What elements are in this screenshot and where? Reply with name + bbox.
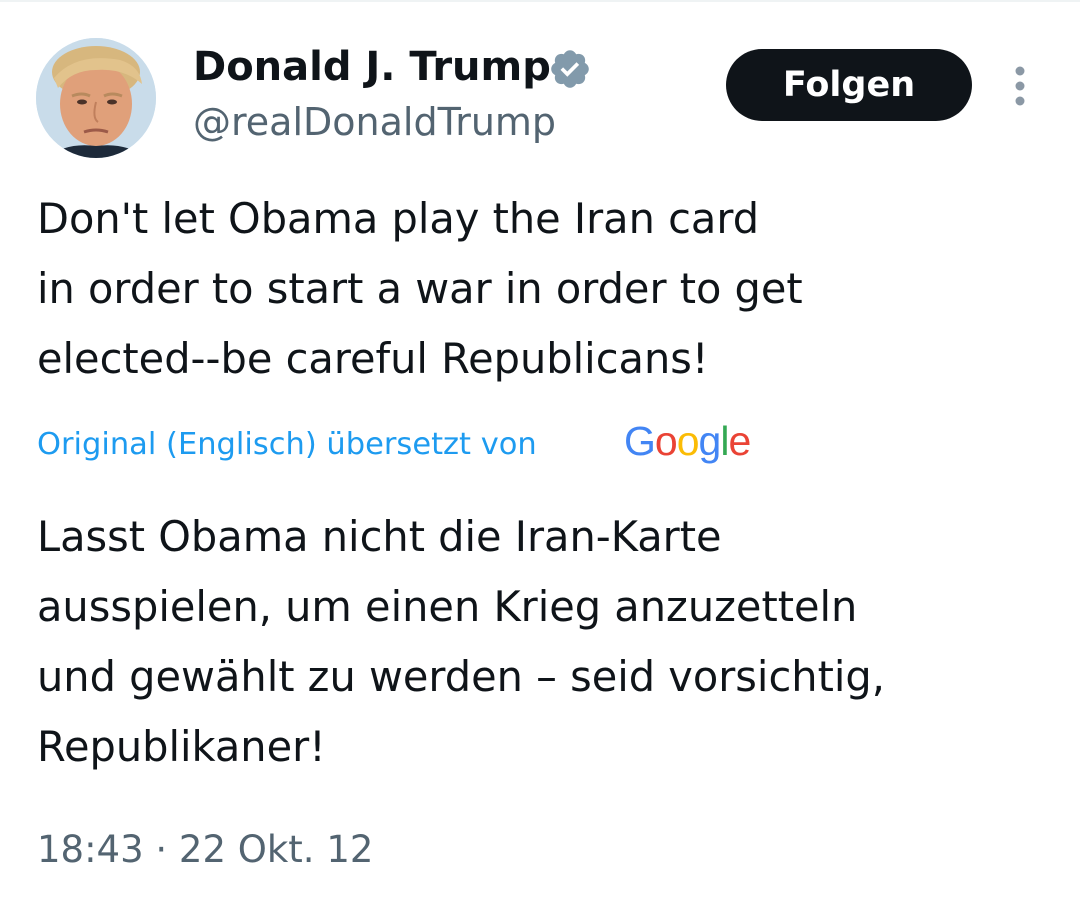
verified-badge-icon <box>548 47 592 91</box>
more-vertical-icon[interactable] <box>1004 62 1036 110</box>
author-display-name[interactable]: Donald J. Trump <box>193 42 551 92</box>
translated-tweet-text: Lasst Obama nicht die Iran-Karte ausspie… <box>37 512 885 771</box>
tweet-timestamp[interactable]: 18:43 · 22 Okt. 12 <box>37 824 373 876</box>
translation-note-link[interactable]: Original (Englisch) übersetzt von <box>37 421 537 469</box>
avatar-image <box>36 38 156 158</box>
follow-button[interactable]: Folgen <box>726 49 972 121</box>
avatar[interactable] <box>36 38 156 158</box>
author-handle[interactable]: @realDonaldTrump <box>193 98 556 146</box>
top-divider <box>0 0 1080 2</box>
google-logo: Google <box>624 418 751 464</box>
tweet-text: Don't let Obama play the Iran card in or… <box>37 194 803 383</box>
